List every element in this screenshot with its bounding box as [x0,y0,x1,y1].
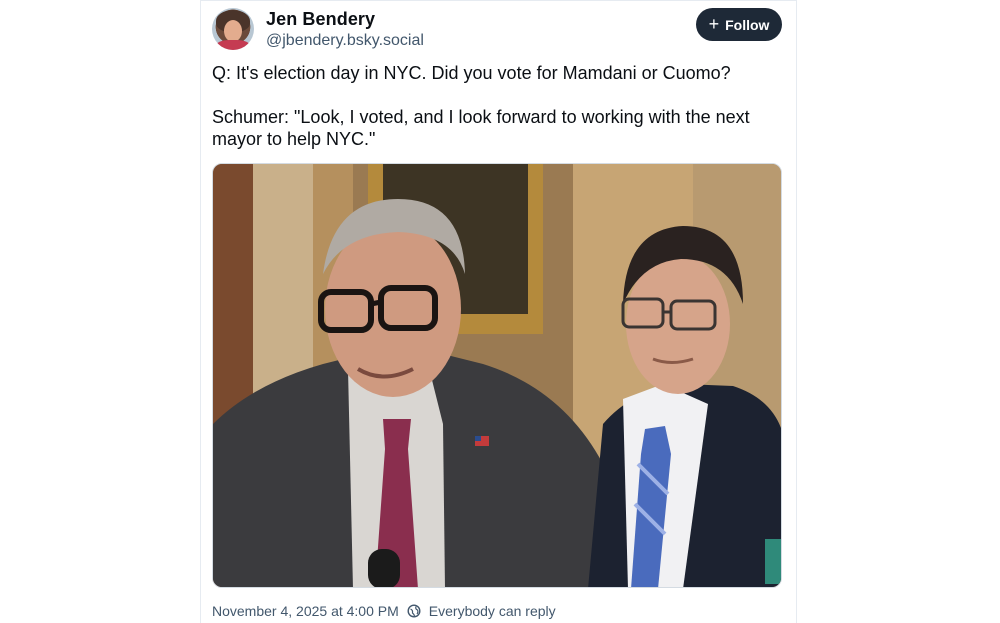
post-timestamp[interactable]: November 4, 2025 at 4:00 PM [212,603,399,619]
post-footer: November 4, 2025 at 4:00 PM Everybody ca… [212,603,556,619]
author-handle[interactable]: @jbendery.bsky.social [266,32,424,50]
post-image[interactable] [212,163,782,588]
avatar-face [224,20,242,42]
author-display-name[interactable]: Jen Bendery [266,9,375,30]
post-photo [213,164,781,587]
follow-button[interactable]: + Follow [696,8,782,41]
avatar-shirt [216,40,250,50]
plus-icon: + [708,13,720,34]
follow-button-label: Follow [725,16,770,33]
reply-setting-label[interactable]: Everybody can reply [429,603,556,619]
author-avatar[interactable] [212,8,254,50]
post-text-paragraph: Schumer: "Look, I voted, and I look forw… [212,107,750,149]
post-text-paragraph: Q: It's election day in NYC. Did you vot… [212,63,731,83]
post-card: Jen Bendery @jbendery.bsky.social + Foll… [200,0,797,623]
post-text: Q: It's election day in NYC. Did you vot… [212,62,772,150]
globe-reply-icon [407,604,421,618]
